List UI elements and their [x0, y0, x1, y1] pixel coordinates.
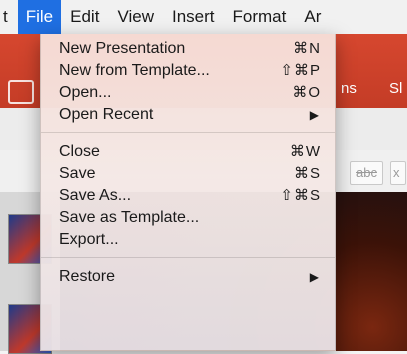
menu-item-open[interactable]: Open... ⌘O: [41, 82, 335, 104]
menubar-item-insert[interactable]: Insert: [163, 0, 224, 34]
submenu-arrow-icon: ▶: [309, 108, 319, 122]
menu-item-open-recent[interactable]: Open Recent ▶: [41, 104, 335, 126]
shortcut-label: ⌘N: [293, 40, 321, 57]
menubar-item-view[interactable]: View: [108, 0, 163, 34]
menu-item-save-as-template[interactable]: Save as Template...: [41, 207, 335, 229]
menu-item-label: Open Recent: [59, 106, 154, 123]
menubar-item-file[interactable]: File: [17, 0, 62, 34]
menubar-item-arrange[interactable]: Ar: [295, 0, 330, 34]
ribbon-tab-animations[interactable]: ns: [341, 80, 357, 97]
layout-icon: [8, 80, 34, 104]
menu-item-label: Restore: [59, 268, 116, 285]
shortcut-label: ⇧⌘P: [280, 62, 321, 79]
menu-separator: [41, 132, 335, 133]
menu-item-restore[interactable]: Restore ▶: [41, 266, 335, 288]
file-menu: New Presentation ⌘N New from Template...…: [40, 34, 336, 351]
ribbon-tab-slideshow[interactable]: Sl: [389, 80, 402, 97]
menu-item-label: New from Template...: [59, 62, 210, 79]
menu-item-close[interactable]: Close ⌘W: [41, 141, 335, 163]
strikethrough-button[interactable]: abc: [350, 161, 383, 185]
menu-separator: [41, 257, 335, 258]
menu-item-label: Open...: [59, 84, 112, 101]
menubar-item-edit[interactable]: Edit: [61, 0, 108, 34]
menu-item-new-from-template[interactable]: New from Template... ⇧⌘P: [41, 60, 335, 82]
menu-item-save-as[interactable]: Save As... ⇧⌘S: [41, 185, 335, 207]
menubar-item-app[interactable]: t: [0, 0, 18, 34]
shortcut-label: ⌘S: [293, 165, 321, 182]
menu-item-export[interactable]: Export...: [41, 229, 335, 251]
shortcut-label: ⌘W: [289, 143, 321, 160]
shortcut-label: ⇧⌘S: [280, 187, 321, 204]
submenu-arrow-icon: ▶: [309, 270, 319, 284]
menu-item-new-presentation[interactable]: New Presentation ⌘N: [41, 38, 335, 60]
menu-item-label: Export...: [59, 231, 119, 248]
menubar-item-format[interactable]: Format: [224, 0, 296, 34]
menu-item-save[interactable]: Save ⌘S: [41, 163, 335, 185]
menu-item-label: Save As...: [59, 187, 132, 204]
menu-bar: t File Edit View Insert Format Ar: [0, 0, 407, 35]
menu-item-label: New Presentation: [59, 40, 186, 57]
menu-item-label: Save: [59, 165, 96, 182]
shortcut-label: ⌘O: [292, 84, 321, 101]
menu-item-label: Close: [59, 143, 100, 160]
subscript-button[interactable]: x: [390, 161, 406, 185]
menu-item-label: Save as Template...: [59, 209, 200, 226]
